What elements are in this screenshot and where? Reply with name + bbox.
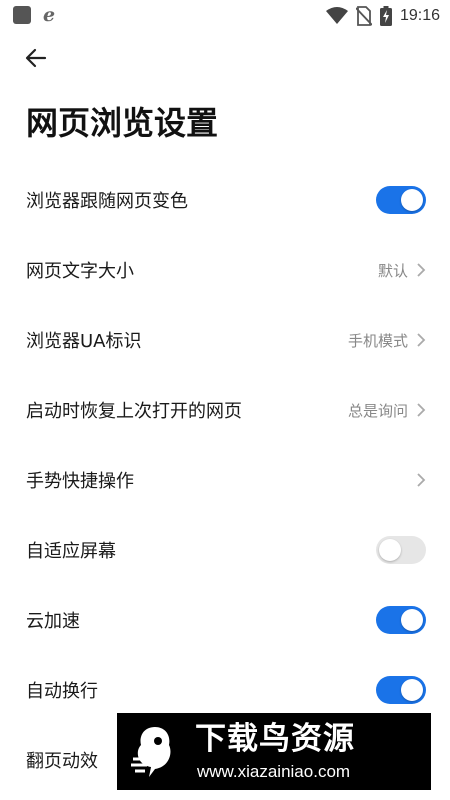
setting-label: 翻页动效 (26, 751, 98, 772)
back-button[interactable] (22, 44, 50, 72)
setting-value-group: 默认 (378, 260, 426, 281)
setting-browser-follow-page-color[interactable]: 浏览器跟随网页变色 (0, 165, 450, 235)
status-bar-right: 19:16 (325, 4, 440, 28)
toggle-switch-on[interactable] (376, 606, 426, 634)
setting-value: 手机模式 (347, 331, 408, 350)
page-title: 网页浏览设置 (26, 104, 219, 142)
setting-value-group: 总是询问 (348, 400, 426, 421)
status-time: 19:16 (399, 7, 440, 24)
watermark-banner: 下载鸟资源 www.xiazainiao.com (117, 713, 431, 790)
toggle-knob (401, 679, 423, 701)
setting-adaptive-screen[interactable]: 自适应屏幕 (0, 515, 450, 585)
setting-label: 手势快捷操作 (26, 471, 134, 492)
setting-value-group: 手机模式 (348, 330, 426, 351)
chevron-right-icon (416, 262, 426, 278)
toggle-knob (401, 189, 423, 211)
setting-restore-pages-on-start[interactable]: 启动时恢复上次打开的网页 总是询问 (0, 375, 450, 445)
setting-page-font-size[interactable]: 网页文字大小 默认 (0, 235, 450, 305)
toggle-switch-on[interactable] (376, 676, 426, 704)
settings-list: 浏览器跟随网页变色 网页文字大小 默认 浏览器UA标识 手机模式 启动时恢复上次… (0, 165, 450, 795)
toggle-switch-off[interactable] (376, 536, 426, 564)
setting-label: 网页文字大小 (26, 261, 134, 282)
chevron-right-icon (416, 332, 426, 348)
setting-label: 云加速 (26, 611, 80, 632)
setting-cloud-acceleration[interactable]: 云加速 (0, 585, 450, 655)
setting-label: 浏览器UA标识 (26, 331, 142, 352)
back-arrow-icon (25, 48, 47, 68)
no-sim-icon (355, 6, 372, 26)
setting-label: 自适应屏幕 (26, 541, 116, 562)
status-bar: e 19:16 (0, 0, 450, 32)
toggle-knob (401, 609, 423, 631)
toggle-knob (379, 539, 401, 561)
app-notification-icon (13, 6, 31, 24)
setting-label: 自动换行 (26, 681, 98, 702)
chevron-right-icon (416, 402, 426, 418)
setting-label: 浏览器跟随网页变色 (26, 191, 188, 212)
setting-value: 总是询问 (347, 401, 408, 420)
toggle-switch-on[interactable] (376, 186, 426, 214)
bird-logo-icon (131, 727, 171, 777)
setting-browser-ua[interactable]: 浏览器UA标识 手机模式 (0, 305, 450, 375)
watermark-title: 下载鸟资源 (195, 721, 355, 757)
battery-charging-icon (379, 6, 392, 26)
browser-notification-icon: e (43, 4, 56, 26)
setting-value-group (416, 472, 426, 488)
setting-gesture-shortcuts[interactable]: 手势快捷操作 (0, 445, 450, 515)
watermark-url: www.xiazainiao.com (197, 762, 351, 781)
wifi-icon (325, 7, 348, 24)
setting-label: 启动时恢复上次打开的网页 (26, 401, 242, 422)
chevron-right-icon (416, 472, 426, 488)
setting-value: 默认 (377, 261, 408, 280)
